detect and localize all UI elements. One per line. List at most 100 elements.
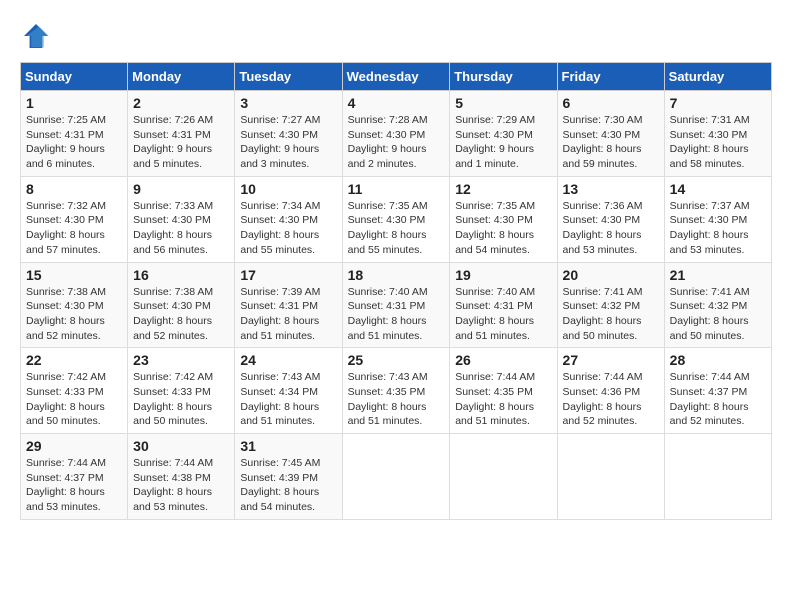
day-number: 1: [26, 95, 122, 111]
day-number: 22: [26, 352, 122, 368]
calendar-day-cell: 31 Sunrise: 7:45 AM Sunset: 4:39 PM Dayli…: [235, 434, 342, 520]
day-info: Sunrise: 7:30 AM Sunset: 4:30 PM Dayligh…: [563, 113, 659, 172]
day-info: Sunrise: 7:44 AM Sunset: 4:37 PM Dayligh…: [26, 456, 122, 515]
calendar-day-cell: 24Sunrise: 7:43 AM Sunset: 4:34 PM Dayli…: [235, 348, 342, 434]
calendar-day-cell: 13 Sunrise: 7:36 AM Sunset: 4:30 PM Dayli…: [557, 176, 664, 262]
calendar-day-cell: 19 Sunrise: 7:40 AM Sunset: 4:31 PM Dayli…: [450, 262, 557, 348]
page-header: [20, 20, 772, 52]
day-number: 5: [455, 95, 551, 111]
calendar-day-cell: 7 Sunrise: 7:31 AM Sunset: 4:30 PM Daylig…: [664, 91, 771, 177]
calendar-day-cell: [342, 434, 450, 520]
day-info: Sunrise: 7:38 AM Sunset: 4:30 PM Dayligh…: [133, 285, 229, 344]
day-number: 18: [348, 267, 445, 283]
calendar-day-header: Tuesday: [235, 63, 342, 91]
day-info: Sunrise: 7:33 AM Sunset: 4:30 PM Dayligh…: [133, 199, 229, 258]
day-number: 23: [133, 352, 229, 368]
day-number: 9: [133, 181, 229, 197]
day-info: Sunrise: 7:26 AM Sunset: 4:31 PM Dayligh…: [133, 113, 229, 172]
day-number: 27: [563, 352, 659, 368]
day-info: Sunrise: 7:39 AM Sunset: 4:31 PM Dayligh…: [240, 285, 336, 344]
day-info: Sunrise: 7:40 AM Sunset: 4:31 PM Dayligh…: [455, 285, 551, 344]
calendar-day-cell: 2 Sunrise: 7:26 AM Sunset: 4:31 PM Daylig…: [128, 91, 235, 177]
day-info: Sunrise: 7:35 AM Sunset: 4:30 PM Dayligh…: [455, 199, 551, 258]
day-number: 19: [455, 267, 551, 283]
day-number: 3: [240, 95, 336, 111]
calendar-day-cell: [664, 434, 771, 520]
calendar-week-row: 29Sunrise: 7:44 AM Sunset: 4:37 PM Dayli…: [21, 434, 772, 520]
day-info: Sunrise: 7:40 AM Sunset: 4:31 PM Dayligh…: [348, 285, 445, 344]
calendar-week-row: 15 Sunrise: 7:38 AM Sunset: 4:30 PM Dayli…: [21, 262, 772, 348]
calendar-day-cell: [450, 434, 557, 520]
calendar-day-cell: 22 Sunrise: 7:42 AM Sunset: 4:33 PM Dayli…: [21, 348, 128, 434]
calendar-day-cell: 10 Sunrise: 7:34 AM Sunset: 4:30 PM Dayli…: [235, 176, 342, 262]
day-number: 21: [670, 267, 766, 283]
day-number: 30: [133, 438, 229, 454]
calendar-day-cell: 26 Sunrise: 7:44 AM Sunset: 4:35 PM Dayli…: [450, 348, 557, 434]
calendar-day-cell: 11 Sunrise: 7:35 AM Sunset: 4:30 PM Dayli…: [342, 176, 450, 262]
calendar-day-cell: 17 Sunrise: 7:39 AM Sunset: 4:31 PM Dayli…: [235, 262, 342, 348]
logo-icon: [20, 20, 52, 52]
day-number: 26: [455, 352, 551, 368]
day-info: Sunrise: 7:44 AM Sunset: 4:35 PM Dayligh…: [455, 370, 551, 429]
calendar-day-header: Friday: [557, 63, 664, 91]
day-number: 10: [240, 181, 336, 197]
day-number: 31: [240, 438, 336, 454]
day-number: 14: [670, 181, 766, 197]
day-number: 16: [133, 267, 229, 283]
day-number: 13: [563, 181, 659, 197]
calendar-header-row: SundayMondayTuesdayWednesdayThursdayFrid…: [21, 63, 772, 91]
day-info: Sunrise: 7:43 AM Sunset: 4:35 PM Dayligh…: [348, 370, 445, 429]
calendar-day-cell: 20 Sunrise: 7:41 AM Sunset: 4:32 PM Dayli…: [557, 262, 664, 348]
day-info: Sunrise: 7:36 AM Sunset: 4:30 PM Dayligh…: [563, 199, 659, 258]
day-info: Sunrise: 7:45 AM Sunset: 4:39 PM Dayligh…: [240, 456, 336, 515]
day-number: 20: [563, 267, 659, 283]
day-info: Sunrise: 7:29 AM Sunset: 4:30 PM Dayligh…: [455, 113, 551, 172]
calendar-day-cell: 25 Sunrise: 7:43 AM Sunset: 4:35 PM Dayli…: [342, 348, 450, 434]
calendar-day-cell: 9 Sunrise: 7:33 AM Sunset: 4:30 PM Daylig…: [128, 176, 235, 262]
day-info: Sunrise: 7:44 AM Sunset: 4:38 PM Dayligh…: [133, 456, 229, 515]
day-number: 2: [133, 95, 229, 111]
day-info: Sunrise: 7:41 AM Sunset: 4:32 PM Dayligh…: [563, 285, 659, 344]
day-info: Sunrise: 7:41 AM Sunset: 4:32 PM Dayligh…: [670, 285, 766, 344]
calendar-day-cell: 23Sunrise: 7:42 AM Sunset: 4:33 PM Dayli…: [128, 348, 235, 434]
day-number: 11: [348, 181, 445, 197]
day-info: Sunrise: 7:44 AM Sunset: 4:36 PM Dayligh…: [563, 370, 659, 429]
day-info: Sunrise: 7:37 AM Sunset: 4:30 PM Dayligh…: [670, 199, 766, 258]
day-number: 15: [26, 267, 122, 283]
calendar-day-cell: 3 Sunrise: 7:27 AM Sunset: 4:30 PM Daylig…: [235, 91, 342, 177]
calendar-day-cell: 5 Sunrise: 7:29 AM Sunset: 4:30 PM Daylig…: [450, 91, 557, 177]
calendar-day-header: Thursday: [450, 63, 557, 91]
calendar-day-cell: 28Sunrise: 7:44 AM Sunset: 4:37 PM Dayli…: [664, 348, 771, 434]
day-number: 12: [455, 181, 551, 197]
calendar-week-row: 1 Sunrise: 7:25 AM Sunset: 4:31 PM Daylig…: [21, 91, 772, 177]
calendar-day-cell: 6 Sunrise: 7:30 AM Sunset: 4:30 PM Daylig…: [557, 91, 664, 177]
day-info: Sunrise: 7:35 AM Sunset: 4:30 PM Dayligh…: [348, 199, 445, 258]
day-info: Sunrise: 7:31 AM Sunset: 4:30 PM Dayligh…: [670, 113, 766, 172]
day-info: Sunrise: 7:27 AM Sunset: 4:30 PM Dayligh…: [240, 113, 336, 172]
day-number: 25: [348, 352, 445, 368]
day-info: Sunrise: 7:38 AM Sunset: 4:30 PM Dayligh…: [26, 285, 122, 344]
day-number: 6: [563, 95, 659, 111]
calendar-day-cell: 16 Sunrise: 7:38 AM Sunset: 4:30 PM Dayli…: [128, 262, 235, 348]
calendar-day-cell: 8 Sunrise: 7:32 AM Sunset: 4:30 PM Daylig…: [21, 176, 128, 262]
calendar-day-cell: [557, 434, 664, 520]
calendar-week-row: 22 Sunrise: 7:42 AM Sunset: 4:33 PM Dayli…: [21, 348, 772, 434]
day-info: Sunrise: 7:25 AM Sunset: 4:31 PM Dayligh…: [26, 113, 122, 172]
calendar-day-cell: 4Sunrise: 7:28 AM Sunset: 4:30 PM Daylig…: [342, 91, 450, 177]
calendar-day-header: Sunday: [21, 63, 128, 91]
calendar-day-header: Wednesday: [342, 63, 450, 91]
calendar-day-cell: 27 Sunrise: 7:44 AM Sunset: 4:36 PM Dayli…: [557, 348, 664, 434]
logo: [20, 20, 56, 52]
day-info: Sunrise: 7:42 AM Sunset: 4:33 PM Dayligh…: [26, 370, 122, 429]
calendar-day-cell: 15 Sunrise: 7:38 AM Sunset: 4:30 PM Dayli…: [21, 262, 128, 348]
calendar-table: SundayMondayTuesdayWednesdayThursdayFrid…: [20, 62, 772, 520]
day-info: Sunrise: 7:32 AM Sunset: 4:30 PM Dayligh…: [26, 199, 122, 258]
day-number: 17: [240, 267, 336, 283]
day-info: Sunrise: 7:43 AM Sunset: 4:34 PM Dayligh…: [240, 370, 336, 429]
calendar-day-cell: 21 Sunrise: 7:41 AM Sunset: 4:32 PM Dayli…: [664, 262, 771, 348]
calendar-day-cell: 29Sunrise: 7:44 AM Sunset: 4:37 PM Dayli…: [21, 434, 128, 520]
day-number: 28: [670, 352, 766, 368]
day-info: Sunrise: 7:34 AM Sunset: 4:30 PM Dayligh…: [240, 199, 336, 258]
day-number: 8: [26, 181, 122, 197]
day-number: 7: [670, 95, 766, 111]
